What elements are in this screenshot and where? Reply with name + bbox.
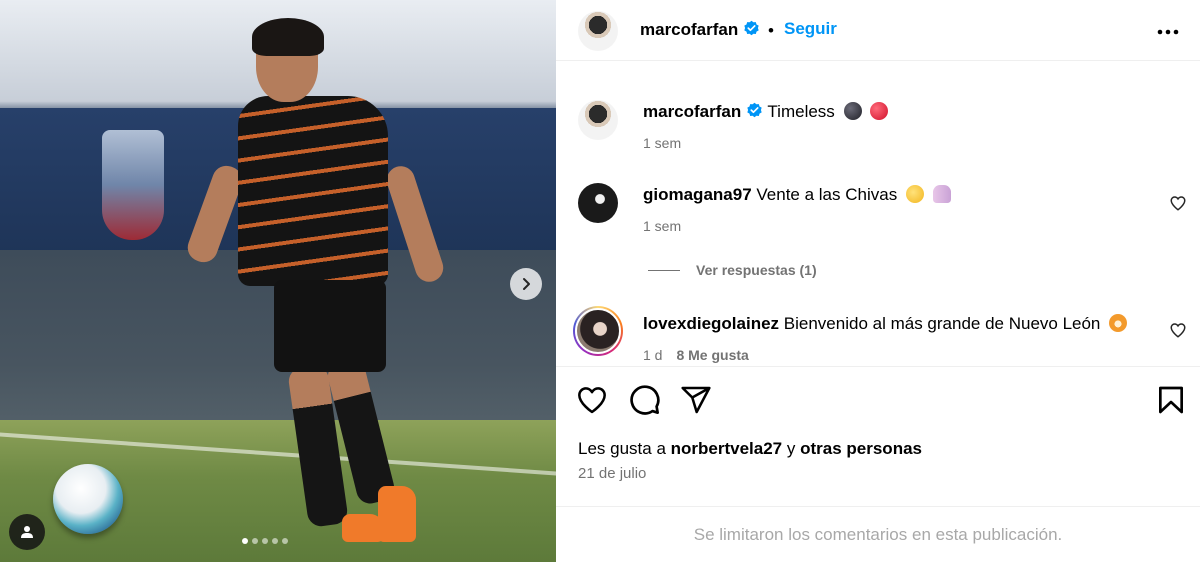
likes-user[interactable]: norbertvela27	[671, 439, 783, 458]
carousel-dot	[242, 538, 248, 544]
comments-section: marcofarfan Timeless 1 sem giomagana97 V…	[556, 61, 1200, 366]
soccer-ball	[53, 464, 123, 534]
avatar-story-ring[interactable]	[573, 306, 623, 356]
black-circle-emoji	[843, 102, 862, 120]
comment-meta: 1 d 8 Me gusta	[643, 347, 749, 363]
comment-icon[interactable]	[629, 384, 661, 416]
heart-icon[interactable]	[576, 384, 608, 416]
view-replies-label[interactable]: Ver respuestas (1)	[696, 262, 817, 278]
caption-username[interactable]: marcofarfan	[643, 102, 741, 121]
comment-likes-count[interactable]: 8 Me gusta	[676, 347, 748, 363]
timestamp[interactable]: 1 sem	[643, 218, 681, 234]
verified-badge-icon	[744, 20, 759, 36]
view-replies-button[interactable]: Ver respuestas (1)	[648, 262, 817, 278]
praying-hands-emoji	[932, 185, 951, 203]
verified-badge-icon	[747, 102, 762, 118]
carousel-dot	[272, 538, 278, 544]
likes-prefix: Les gusta a	[578, 439, 666, 458]
carousel-indicator	[242, 538, 288, 544]
caption-text-row: marcofarfan Timeless	[643, 102, 889, 122]
comment-text-row: lovexdiegolainez Bienvenido al más grand…	[643, 314, 1128, 334]
share-icon[interactable]	[680, 384, 712, 416]
likes-others[interactable]: otras personas	[800, 439, 922, 458]
tiger-face-emoji	[1109, 314, 1128, 332]
tagged-users-button[interactable]	[9, 514, 45, 550]
follow-button[interactable]: Seguir	[784, 19, 837, 39]
caption-meta: 1 sem	[643, 135, 681, 151]
comment-text: Vente a las Chivas	[756, 185, 898, 204]
bookmark-icon[interactable]	[1155, 384, 1187, 416]
more-options-icon	[1157, 29, 1179, 35]
player-photo	[183, 14, 476, 554]
likes-connector: y	[786, 439, 796, 458]
avatar[interactable]	[578, 100, 618, 140]
avatar[interactable]	[578, 183, 618, 223]
avatar[interactable]	[578, 11, 618, 51]
club-crest-banner	[102, 130, 164, 240]
chevron-right-icon	[523, 278, 530, 290]
owner-username[interactable]: marcofarfan	[640, 20, 738, 39]
carousel-dot	[252, 538, 258, 544]
comment-text: Bienvenido al más grande de Nuevo León	[783, 314, 1101, 333]
more-options-button[interactable]	[1156, 20, 1180, 44]
likes-summary[interactable]: Les gusta a norbertvela27 y otras person…	[578, 439, 922, 459]
post-details-panel: marcofarfan • Seguir marcofarfan Timeles…	[556, 0, 1200, 562]
comment-text-row: giomagana97 Vente a las Chivas	[643, 185, 951, 205]
caption-text: Timeless	[767, 102, 835, 121]
owner-username-row[interactable]: marcofarfan	[640, 20, 760, 40]
avatar	[575, 308, 621, 354]
post-date[interactable]: 21 de julio	[578, 465, 646, 482]
comment-meta: 1 sem	[643, 218, 681, 234]
timestamp[interactable]: 1 sem	[643, 135, 681, 151]
comments-limited-notice: Se limitaron los comentarios en esta pub…	[556, 506, 1200, 562]
replies-divider	[648, 269, 680, 271]
post-media[interactable]	[0, 0, 556, 562]
carousel-dot	[282, 538, 288, 544]
carousel-next-button[interactable]	[510, 268, 542, 300]
separator-dot: •	[768, 21, 774, 40]
carousel-dot	[262, 538, 268, 544]
red-circle-emoji	[870, 102, 889, 120]
post-header: marcofarfan • Seguir	[556, 0, 1200, 61]
post-actions: Les gusta a norbertvela27 y otras person…	[556, 366, 1200, 506]
comment-like-icon[interactable]	[1169, 321, 1187, 339]
comment-username[interactable]: giomagana97	[643, 185, 752, 204]
user-tag-icon	[21, 526, 33, 538]
flushed-face-emoji	[905, 185, 924, 203]
comment-like-icon[interactable]	[1169, 194, 1187, 212]
timestamp[interactable]: 1 d	[643, 347, 662, 363]
comment-username[interactable]: lovexdiegolainez	[643, 314, 779, 333]
